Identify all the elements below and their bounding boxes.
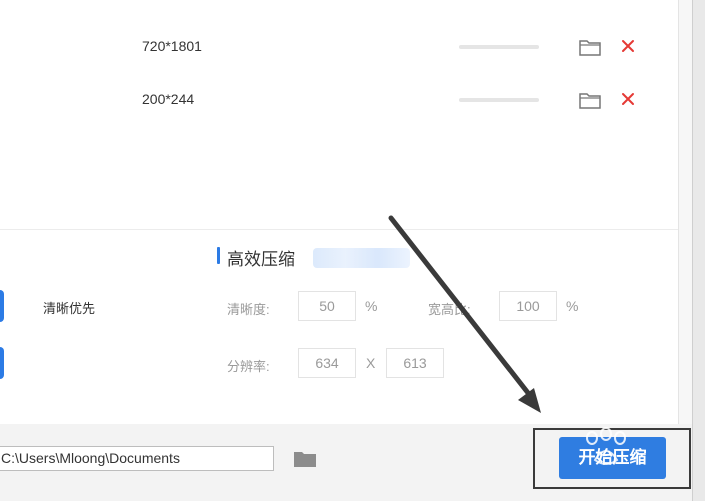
- progress-bar: [459, 98, 539, 102]
- close-icon[interactable]: [619, 37, 637, 55]
- blurred-region: [313, 248, 410, 268]
- section-divider: [0, 229, 678, 230]
- title-accent-mark: [217, 247, 220, 264]
- folder-icon[interactable]: [579, 38, 601, 56]
- aspect-ratio-label: 宽高比:: [428, 302, 471, 317]
- file-dimensions: 720*1801: [142, 38, 202, 54]
- window-border: [692, 0, 705, 501]
- scrollbar[interactable]: [678, 0, 693, 424]
- file-list-panel: 720*1801 200*244 高效压缩 清晰优先 清晰度: 50 % 宽高比…: [0, 0, 679, 424]
- width-input[interactable]: 634: [298, 348, 356, 378]
- section-title-text: 高效压缩: [227, 250, 295, 269]
- clarity-unit: %: [365, 298, 378, 314]
- clarity-input[interactable]: 50: [298, 291, 356, 321]
- aspect-ratio-unit: %: [566, 298, 579, 314]
- resolution-label: 分辨率:: [227, 359, 270, 374]
- folder-icon[interactable]: [293, 450, 317, 468]
- resolution-mode-radio[interactable]: [0, 347, 4, 379]
- height-input[interactable]: 613: [386, 348, 444, 378]
- watermark: [586, 427, 626, 465]
- output-path-input[interactable]: C:\Users\Mloong\Documents: [0, 446, 274, 471]
- file-dimensions: 200*244: [142, 91, 195, 107]
- folder-icon[interactable]: [579, 91, 601, 109]
- times-sign: X: [366, 355, 376, 371]
- clarity-priority-label: 清晰优先: [43, 301, 96, 316]
- aspect-ratio-input[interactable]: 100: [499, 291, 557, 321]
- file-row: 200*244: [0, 85, 678, 115]
- progress-bar: [459, 45, 539, 49]
- clarity-priority-radio[interactable]: [0, 290, 4, 322]
- file-row: 720*1801: [0, 32, 678, 62]
- clarity-label: 清晰度:: [227, 302, 270, 317]
- close-icon[interactable]: [619, 90, 637, 108]
